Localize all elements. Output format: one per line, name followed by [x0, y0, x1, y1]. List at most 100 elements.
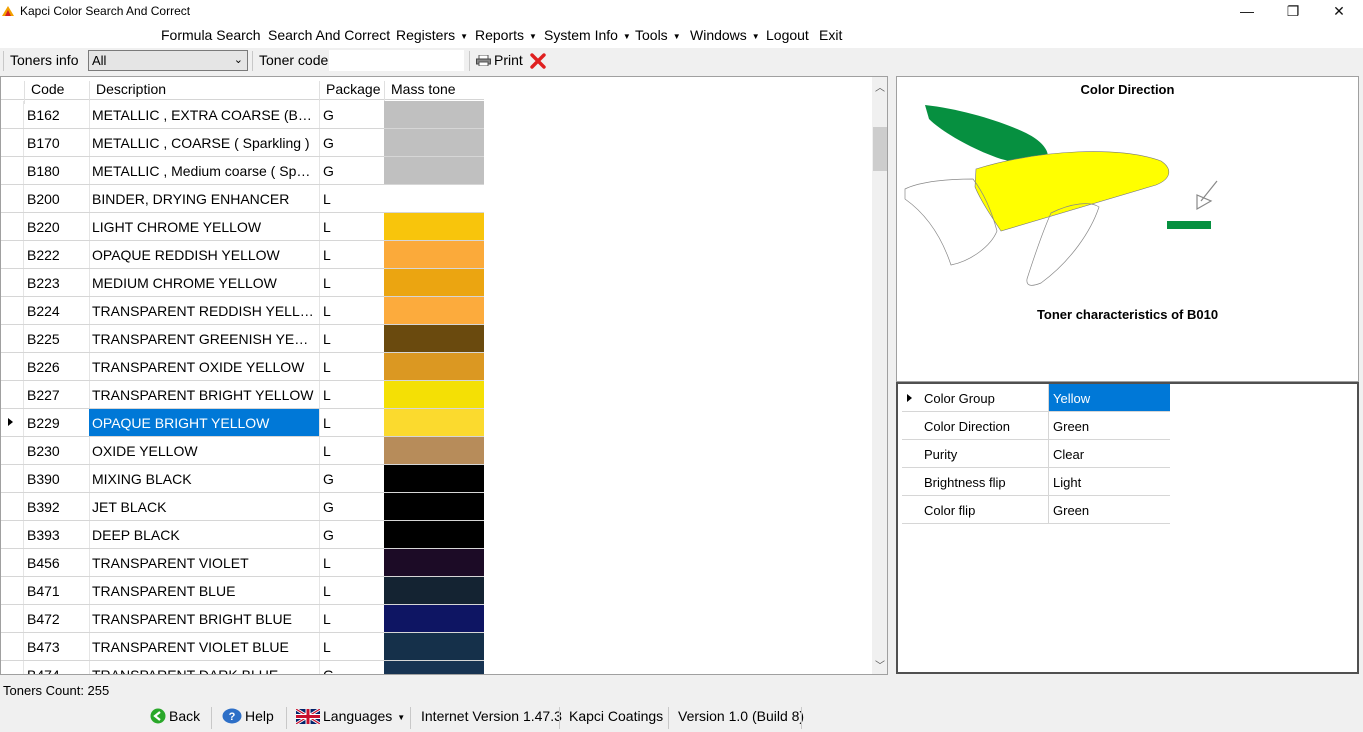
mass-tone-swatch[interactable]	[384, 465, 484, 492]
cell-description[interactable]: METALLIC , COARSE ( Sparkling )	[89, 129, 319, 156]
menu-formula-search[interactable]: Formula Search	[161, 27, 261, 43]
cell-code[interactable]: B226	[27, 359, 87, 375]
row-header[interactable]	[1, 297, 24, 324]
mass-tone-swatch[interactable]	[384, 521, 484, 548]
mass-tone-swatch[interactable]	[384, 185, 484, 212]
row-header[interactable]	[1, 577, 24, 604]
property-value[interactable]: Light	[1048, 468, 1170, 495]
cell-code[interactable]: B200	[27, 191, 87, 207]
row-header[interactable]	[1, 381, 24, 408]
table-row[interactable]: B393 DEEP BLACK G	[1, 521, 484, 549]
cell-package[interactable]: L	[323, 555, 331, 571]
cell-description[interactable]: TRANSPARENT BLUE	[89, 577, 319, 604]
cell-code[interactable]: B456	[27, 555, 87, 571]
property-row-header[interactable]	[902, 412, 922, 439]
mass-tone-swatch[interactable]	[384, 577, 484, 604]
mass-tone-swatch[interactable]	[384, 241, 484, 268]
cell-package[interactable]: G	[323, 667, 334, 674]
row-header[interactable]	[1, 493, 24, 520]
cell-code[interactable]: B223	[27, 275, 87, 291]
menu-tools[interactable]: Tools ▼	[635, 27, 681, 43]
cell-package[interactable]: L	[323, 191, 331, 207]
maximize-button[interactable]: ❐	[1270, 0, 1316, 24]
table-row[interactable]: B170 METALLIC , COARSE ( Sparkling ) G	[1, 129, 484, 157]
cell-code[interactable]: B227	[27, 387, 87, 403]
table-row[interactable]: B180 METALLIC , Medium coarse ( Spar... G	[1, 157, 484, 185]
cell-description[interactable]: TRANSPARENT VIOLET	[89, 549, 319, 576]
table-row[interactable]: B222 OPAQUE REDDISH YELLOW L	[1, 241, 484, 269]
cell-package[interactable]: G	[323, 471, 334, 487]
property-row[interactable]: Color Direction Green	[902, 412, 1170, 440]
languages-dropdown[interactable]: Languages ▼	[296, 708, 405, 724]
delete-icon[interactable]	[530, 53, 546, 69]
row-header[interactable]	[1, 213, 24, 240]
mass-tone-swatch[interactable]	[384, 353, 484, 380]
property-row[interactable]: Purity Clear	[902, 440, 1170, 468]
property-row[interactable]: Color Group Yellow	[902, 384, 1170, 412]
menu-registers[interactable]: Registers ▼	[396, 27, 468, 43]
menu-logout[interactable]: Logout	[766, 27, 809, 43]
cell-code[interactable]: B392	[27, 499, 87, 515]
cell-description[interactable]: METALLIC , EXTRA COARSE (BRI...	[89, 101, 319, 128]
cell-code[interactable]: B473	[27, 639, 87, 655]
row-header[interactable]	[1, 241, 24, 268]
cell-package[interactable]: G	[323, 527, 334, 543]
cell-code[interactable]: B162	[27, 107, 87, 123]
cell-package[interactable]: L	[323, 415, 331, 431]
column-header-code[interactable]: Code	[31, 81, 64, 97]
menu-search-and-correct[interactable]: Search And Correct	[268, 27, 390, 43]
row-header-current[interactable]	[1, 409, 24, 436]
table-row[interactable]: B474 TRANSPARENT DARK BLUE G	[1, 661, 484, 674]
column-header-package[interactable]: Package	[326, 81, 380, 97]
cell-code[interactable]: B390	[27, 471, 87, 487]
cell-code[interactable]: B225	[27, 331, 87, 347]
mass-tone-swatch[interactable]	[384, 101, 484, 128]
minimize-button[interactable]: —	[1224, 0, 1270, 24]
mass-tone-swatch[interactable]	[384, 157, 484, 184]
mass-tone-swatch[interactable]	[384, 661, 484, 674]
row-header[interactable]	[1, 269, 24, 296]
mass-tone-swatch[interactable]	[384, 409, 484, 436]
cell-package[interactable]: L	[323, 219, 331, 235]
cell-description[interactable]: OPAQUE BRIGHT YELLOW	[89, 409, 319, 436]
cell-description[interactable]: DEEP BLACK	[89, 521, 319, 548]
cell-code[interactable]: B180	[27, 163, 87, 179]
scroll-down-icon[interactable]: ﹀	[875, 657, 885, 672]
vertical-scrollbar[interactable]: ︿ ﹀	[872, 77, 887, 674]
property-value[interactable]: Yellow	[1048, 384, 1170, 411]
row-header[interactable]	[1, 353, 24, 380]
cell-code[interactable]: B224	[27, 303, 87, 319]
mass-tone-swatch[interactable]	[384, 325, 484, 352]
cell-package[interactable]: L	[323, 359, 331, 375]
table-row[interactable]: B226 TRANSPARENT OXIDE YELLOW L	[1, 353, 484, 381]
row-header[interactable]	[1, 157, 24, 184]
cell-code[interactable]: B220	[27, 219, 87, 235]
row-header[interactable]	[1, 605, 24, 632]
cell-code[interactable]: B229	[27, 415, 87, 431]
row-header[interactable]	[1, 521, 24, 548]
cell-package[interactable]: G	[323, 107, 334, 123]
property-row[interactable]: Color flip Green	[902, 496, 1170, 524]
cell-package[interactable]: L	[323, 583, 331, 599]
menu-system-info[interactable]: System Info ▼	[544, 27, 631, 43]
row-header[interactable]	[1, 325, 24, 352]
cell-description[interactable]: METALLIC , Medium coarse ( Spar...	[89, 157, 319, 184]
column-header-mass-tone[interactable]: Mass tone	[391, 81, 456, 97]
cell-code[interactable]: B230	[27, 443, 87, 459]
table-row[interactable]: B230 OXIDE YELLOW L	[1, 437, 484, 465]
property-row-header[interactable]	[902, 468, 922, 495]
cell-package[interactable]: L	[323, 611, 331, 627]
mass-tone-swatch[interactable]	[384, 381, 484, 408]
column-header-description[interactable]: Description	[96, 81, 166, 97]
mass-tone-swatch[interactable]	[384, 213, 484, 240]
cell-description[interactable]: BINDER, DRYING ENHANCER	[89, 185, 319, 212]
table-row[interactable]: B471 TRANSPARENT BLUE L	[1, 577, 484, 605]
row-header[interactable]	[1, 633, 24, 660]
row-header[interactable]	[1, 549, 24, 576]
table-row[interactable]: B220 LIGHT CHROME YELLOW L	[1, 213, 484, 241]
cell-description[interactable]: TRANSPARENT OXIDE YELLOW	[89, 353, 319, 380]
table-row[interactable]: B224 TRANSPARENT REDDISH YELLO... L	[1, 297, 484, 325]
cell-description[interactable]: LIGHT CHROME YELLOW	[89, 213, 319, 240]
cell-code[interactable]: B222	[27, 247, 87, 263]
mass-tone-swatch[interactable]	[384, 605, 484, 632]
